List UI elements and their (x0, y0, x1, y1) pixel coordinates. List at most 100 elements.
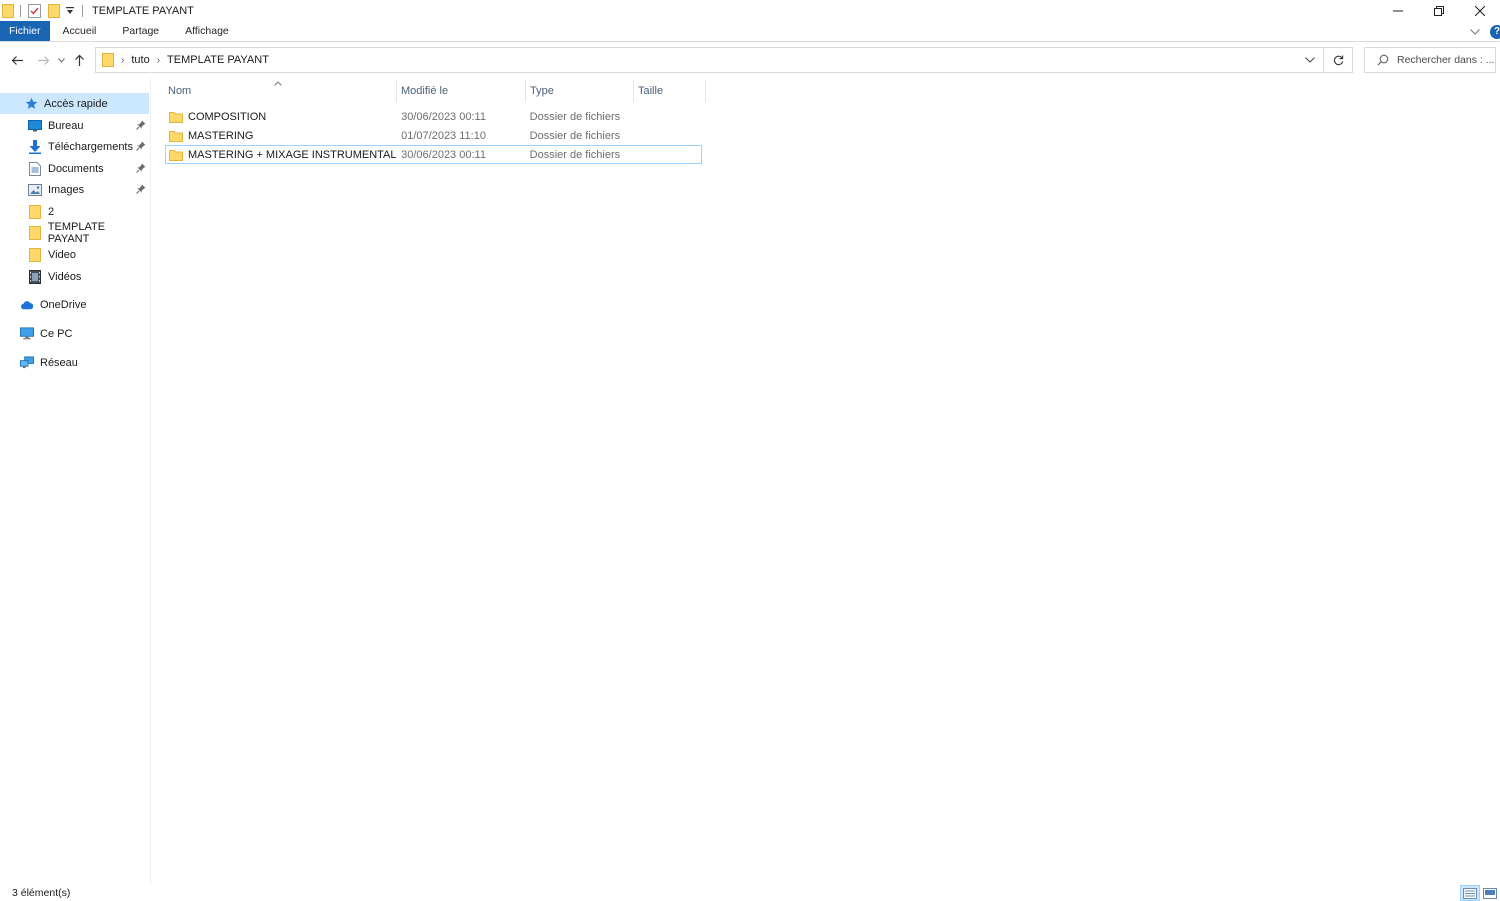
minimize-button[interactable] (1377, 0, 1418, 21)
sidebar-item-video[interactable]: Video (28, 244, 148, 265)
list-item[interactable]: MASTERING 01/07/2023 11:10 Dossier de fi… (165, 126, 702, 145)
address-bar[interactable]: › tuto › TEMPLATE PAYANT (95, 47, 1353, 73)
navigation-bar: › tuto › TEMPLATE PAYANT Rechercher dans… (0, 42, 1500, 78)
up-button[interactable] (68, 48, 90, 72)
file-size (633, 127, 701, 144)
item-count: 3 élément(s) (12, 887, 71, 899)
folder-icon (169, 130, 183, 142)
folder-icon (28, 225, 42, 240)
tab-accueil[interactable]: Accueil (50, 21, 110, 41)
quick-access-toolbar (0, 0, 88, 21)
videos-icon (28, 269, 42, 284)
pin-icon[interactable] (136, 141, 148, 153)
breadcrumb: › tuto › TEMPLATE PAYANT (96, 48, 1296, 72)
sidebar-item-label: Images (48, 183, 85, 196)
pin-icon[interactable] (136, 163, 148, 175)
documents-icon (28, 161, 42, 176)
folder-icon (28, 204, 42, 219)
list-item[interactable]: MASTERING + MIXAGE INSTRUMENTAL ... 30/0… (165, 145, 702, 164)
pin-icon[interactable] (136, 184, 148, 196)
chevron-right-icon[interactable]: › (121, 55, 124, 66)
file-name: MASTERING + MIXAGE INSTRUMENTAL ... (188, 148, 398, 161)
sidebar-item-telechargements[interactable]: Téléchargements (28, 136, 148, 157)
toolbar-separator (20, 4, 21, 17)
cloud-icon (20, 298, 34, 312)
forward-button[interactable] (32, 48, 54, 72)
sidebar-item-label: 2 (48, 205, 55, 218)
sidebar-item-label: Réseau (40, 356, 78, 369)
computer-icon (20, 327, 34, 341)
sidebar-item-ce-pc[interactable]: Ce PC (20, 323, 148, 344)
sidebar-item-2[interactable]: 2 (28, 201, 148, 222)
view-switcher (1460, 885, 1500, 901)
recent-locations-button[interactable] (54, 48, 68, 72)
sidebar-item-videos[interactable]: Vidéos (28, 266, 148, 287)
help-button[interactable]: ? (1490, 24, 1500, 39)
status-bar: 3 élément(s) (0, 885, 1500, 901)
tab-fichier[interactable]: Fichier (0, 21, 50, 41)
search-input[interactable]: Rechercher dans : ... (1364, 47, 1496, 73)
column-header-modifie-le[interactable]: Modifié le (397, 80, 526, 102)
expand-ribbon-icon[interactable] (1470, 28, 1480, 35)
refresh-icon (1333, 55, 1344, 66)
search-placeholder: Rechercher dans : ... (1397, 54, 1495, 66)
title-bar: TEMPLATE PAYANT (0, 0, 1500, 21)
ribbon-controls: ? (1470, 21, 1500, 42)
sidebar-item-label: Ce PC (40, 327, 73, 340)
restore-button[interactable] (1418, 0, 1459, 21)
file-name: MASTERING (188, 129, 254, 142)
large-icons-view-button[interactable] (1480, 885, 1500, 901)
sidebar-item-label: Téléchargements (48, 140, 133, 153)
sidebar-item-onedrive[interactable]: OneDrive (20, 294, 148, 315)
sidebar-item-template-payant[interactable]: TEMPLATE PAYANT (28, 221, 148, 245)
sidebar-item-acces-rapide[interactable]: Accès rapide (0, 93, 149, 114)
download-icon (28, 139, 42, 154)
sidebar-item-bureau[interactable]: Bureau (28, 115, 148, 136)
customize-toolbar-icon[interactable] (63, 0, 77, 21)
address-history-button[interactable] (1296, 48, 1324, 72)
window-controls (1377, 0, 1500, 21)
star-icon (24, 97, 38, 111)
file-list: COMPOSITION 30/06/2023 00:11 Dossier de … (165, 107, 702, 164)
sidebar-item-label: Bureau (48, 119, 84, 132)
large-icons-view-icon (1483, 887, 1497, 899)
close-button[interactable] (1459, 0, 1500, 21)
navigation-pane: Accès rapide Bureau Téléchargements Docu… (0, 78, 151, 885)
back-button[interactable] (6, 48, 28, 72)
desktop-icon (28, 119, 42, 133)
file-type: Dossier de fichiers (529, 148, 621, 161)
chevron-right-icon[interactable]: › (157, 55, 160, 66)
details-view-button[interactable] (1460, 885, 1480, 901)
window-title: TEMPLATE PAYANT (92, 4, 194, 17)
file-name-cell: COMPOSITION (166, 108, 397, 125)
refresh-button[interactable] (1324, 48, 1352, 72)
column-header-nom[interactable]: Nom (164, 80, 397, 102)
sidebar-item-documents[interactable]: Documents (28, 158, 148, 179)
list-item[interactable]: COMPOSITION 30/06/2023 00:11 Dossier de … (165, 107, 702, 126)
column-header-taille[interactable]: Taille (634, 80, 706, 102)
new-folder-icon[interactable] (45, 0, 63, 21)
file-name: COMPOSITION (188, 110, 267, 123)
network-icon (20, 356, 34, 370)
breadcrumb-template-payant[interactable]: TEMPLATE PAYANT (167, 54, 269, 66)
file-size (633, 108, 701, 125)
file-type: Dossier de fichiers (529, 129, 621, 142)
sidebar-item-images[interactable]: Images (28, 179, 148, 200)
file-modified: 30/06/2023 00:11 (401, 110, 486, 123)
file-modified: 01/07/2023 11:10 (401, 129, 486, 142)
breadcrumb-tuto[interactable]: tuto (131, 54, 149, 66)
ribbon-tabs: Fichier Accueil Partage Affichage ? (0, 21, 1500, 42)
sidebar-item-reseau[interactable]: Réseau (20, 352, 148, 373)
folder-icon (1, 0, 15, 21)
folder-icon (169, 111, 183, 123)
folder-icon (102, 53, 114, 67)
column-header-label: Type (530, 85, 554, 97)
tab-partage[interactable]: Partage (109, 21, 172, 41)
tab-affichage[interactable]: Affichage (172, 21, 242, 41)
sidebar-item-label: Vidéos (48, 270, 82, 283)
sidebar-item-label: OneDrive (40, 298, 87, 311)
properties-icon[interactable] (26, 0, 42, 21)
pin-icon[interactable] (136, 120, 148, 132)
file-type: Dossier de fichiers (529, 110, 621, 123)
column-header-type[interactable]: Type (526, 80, 634, 102)
